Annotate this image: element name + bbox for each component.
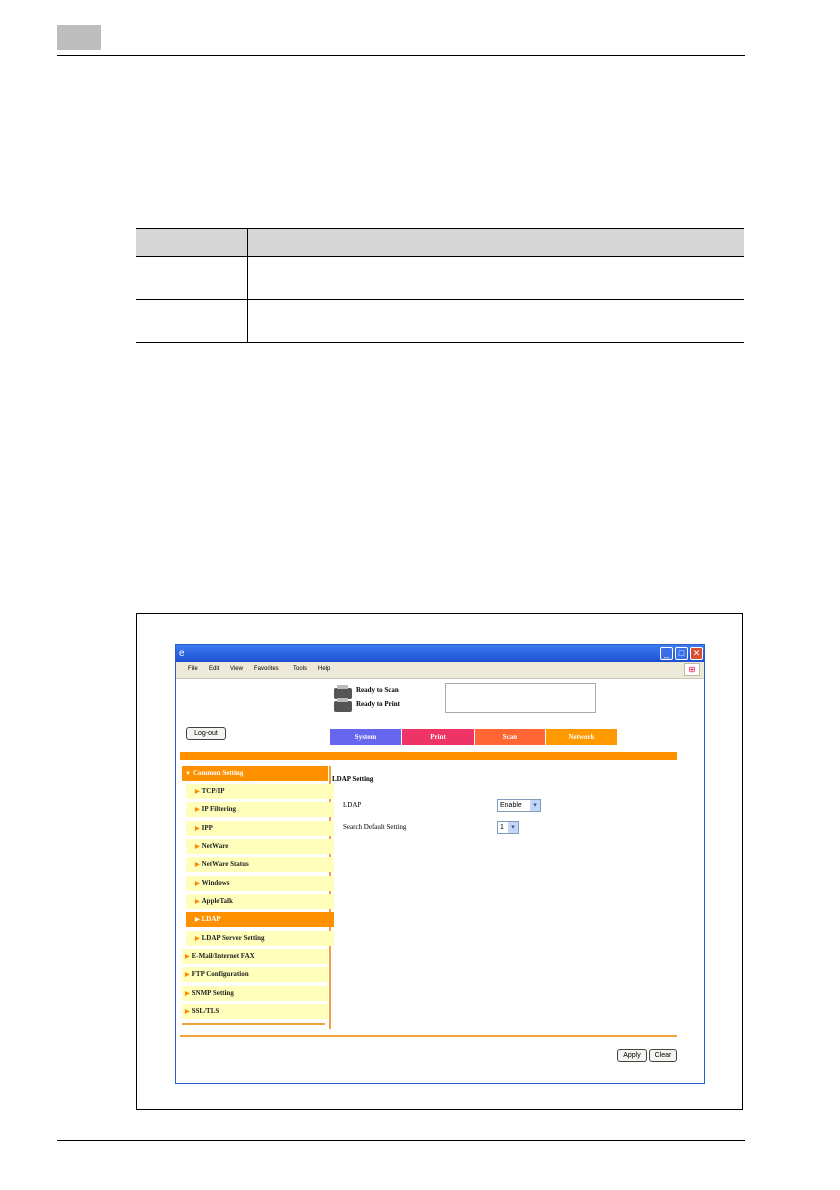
sidebar-item-email-internet-fax[interactable]: ▶ E-Mail/Internet FAX (182, 949, 328, 964)
triangle-down-icon: ▼ (185, 771, 191, 777)
sidebar-item-label: E-Mail/Internet FAX (191, 952, 255, 960)
sidebar-item-common-setting[interactable]: ▼ Common Setting (182, 766, 328, 781)
menu-edit[interactable]: Edit (209, 666, 219, 672)
ldap-label: LDAP (343, 801, 362, 809)
triangle-right-icon: ▶ (185, 991, 190, 997)
tab-network[interactable]: Network (546, 729, 617, 745)
table-row (136, 256, 744, 300)
settings-table (136, 228, 744, 343)
sidebar: ▼ Common Setting ▶ TCP/IP ▶ IP Filtering ▶ I… (180, 766, 334, 1029)
sidebar-item-label: IPP (201, 824, 213, 832)
triangle-right-icon: ▶ (195, 881, 200, 887)
windows-logo-icon: ⊞ (684, 663, 700, 676)
orange-divider (180, 752, 677, 760)
search-default-select-value: 1 (500, 824, 504, 831)
sidebar-item-label: LDAP Server Setting (201, 934, 265, 942)
table-cell (247, 256, 744, 300)
sidebar-item-label: TCP/IP (201, 787, 225, 795)
sidebar-item-ftp-configuration[interactable]: ▶ FTP Configuration (182, 967, 328, 982)
triangle-right-icon: ▶ (185, 1009, 190, 1015)
clear-button[interactable]: Clear (649, 1049, 677, 1062)
sidebar-item-label: AppleTalk (201, 897, 233, 905)
message-panel (445, 683, 596, 713)
sidebar-item-netware[interactable]: ▶ NetWare (186, 839, 334, 854)
menu-tools[interactable]: Tools (293, 666, 307, 672)
sidebar-item-label: Common Setting (192, 769, 244, 777)
chevron-down-icon[interactable]: ▾ (530, 800, 540, 811)
search-default-select[interactable]: 1 ▾ (497, 821, 519, 834)
table-header-cell (247, 228, 744, 257)
ie-icon: e (179, 648, 185, 659)
table-row (136, 299, 744, 343)
sidebar-item-ssl-tls[interactable]: ▶ SSL/TLS (182, 1004, 328, 1019)
menu-bar: File Edit View Favorites Tools Help ⊞ (176, 662, 704, 679)
close-icon[interactable]: ✕ (690, 647, 703, 660)
sidebar-bottom-rule (182, 1023, 325, 1025)
sidebar-item-tcpip[interactable]: ▶ TCP/IP (186, 784, 334, 799)
minimize-icon[interactable]: _ (660, 647, 673, 660)
triangle-right-icon: ▶ (195, 917, 200, 923)
table-cell (136, 256, 248, 300)
table-cell (247, 299, 744, 343)
footer-rule (57, 1140, 745, 1141)
sidebar-item-netware-status[interactable]: ▶ NetWare Status (186, 857, 334, 872)
sidebar-item-label: Windows (201, 879, 230, 887)
search-default-label: Search Default Setting (343, 823, 407, 831)
sidebar-item-appletalk[interactable]: ▶ AppleTalk (186, 894, 334, 909)
content-title: LDAP Setting (332, 775, 374, 783)
ldap-select-value: Enable (500, 802, 522, 809)
printer-icon (334, 698, 352, 712)
sidebar-item-snmp-setting[interactable]: ▶ SNMP Setting (182, 986, 328, 1001)
triangle-right-icon: ▶ (195, 844, 200, 850)
tab-system[interactable]: System (330, 729, 401, 745)
menu-favorites[interactable]: Favorites (254, 666, 279, 672)
apply-button[interactable]: Apply (617, 1049, 647, 1062)
status-print: Ready to Print (356, 700, 400, 708)
status-scan: Ready to Scan (356, 686, 399, 694)
table-header-row (136, 228, 744, 257)
sidebar-item-label: NetWare (201, 842, 229, 850)
sidebar-item-label: LDAP (201, 915, 221, 923)
sidebar-item-ipp[interactable]: ▶ IPP (186, 821, 334, 836)
sidebar-item-label: IP Filtering (201, 805, 237, 813)
triangle-right-icon: ▶ (195, 899, 200, 905)
header-rule (57, 55, 745, 56)
menu-file[interactable]: File (188, 666, 198, 672)
triangle-right-icon: ▶ (185, 972, 190, 978)
chapter-number-box (57, 25, 101, 50)
tab-scan[interactable]: Scan (475, 729, 545, 745)
sidebar-item-label: SNMP Setting (191, 989, 234, 997)
sidebar-item-ldap[interactable]: ▶ LDAP (186, 912, 334, 927)
logout-button[interactable]: Log-out (186, 727, 226, 740)
sidebar-item-label: SSL/TLS (191, 1007, 220, 1015)
bottom-rule (180, 1035, 677, 1037)
table-cell (136, 299, 248, 343)
maximize-icon[interactable]: □ (675, 647, 688, 660)
sidebar-item-label: NetWare Status (201, 860, 249, 868)
sidebar-item-label: FTP Configuration (191, 970, 249, 978)
triangle-right-icon: ▶ (195, 936, 200, 942)
sidebar-item-ldap-server-setting[interactable]: ▶ LDAP Server Setting (186, 931, 334, 946)
tab-print[interactable]: Print (402, 729, 474, 745)
browser-window: e _ □ ✕ File Edit View Favorites Tools H… (175, 644, 705, 1084)
triangle-right-icon: ▶ (195, 862, 200, 868)
triangle-right-icon: ▶ (195, 826, 200, 832)
triangle-right-icon: ▶ (195, 789, 200, 795)
menu-view[interactable]: View (230, 666, 243, 672)
sidebar-item-windows[interactable]: ▶ Windows (186, 876, 334, 891)
sidebar-item-ip-filtering[interactable]: ▶ IP Filtering (186, 802, 334, 817)
ldap-select[interactable]: Enable ▾ (497, 799, 541, 812)
menu-help[interactable]: Help (318, 666, 330, 672)
table-header-cell (136, 228, 248, 257)
triangle-right-icon: ▶ (195, 807, 200, 813)
title-bar: e _ □ ✕ (176, 645, 704, 662)
chevron-down-icon[interactable]: ▾ (508, 822, 518, 833)
triangle-right-icon: ▶ (185, 954, 190, 960)
